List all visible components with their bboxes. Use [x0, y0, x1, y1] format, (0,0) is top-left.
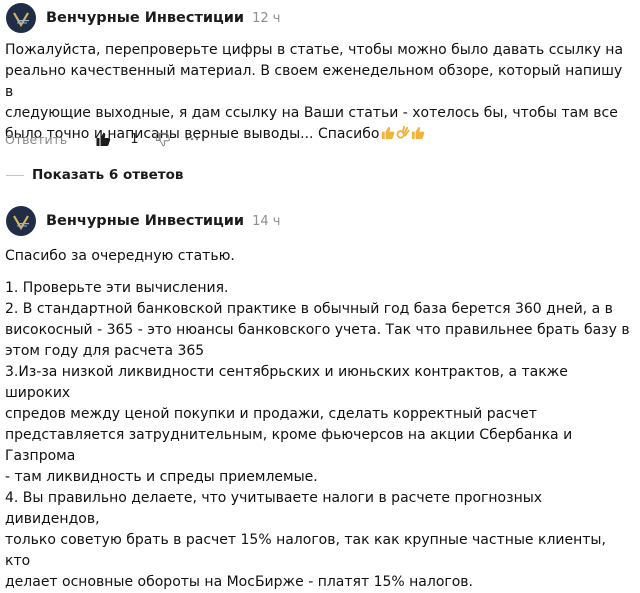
reply-button[interactable]: Ответить [5, 132, 67, 147]
comment-line: спредов между ценой покупки и продажи, с… [5, 406, 537, 422]
avatar[interactable] [6, 206, 36, 236]
author-name[interactable]: Венчурные Инвестиции [46, 213, 244, 229]
timestamp: 12 ч [252, 10, 281, 26]
avatar-logo-icon [13, 12, 29, 28]
like-button[interactable] [95, 131, 111, 147]
thumbs-down-icon [155, 132, 170, 146]
thumbs-up-icon [96, 132, 111, 146]
comment-text: Спасибо за очередную статью. 1. Проверьт… [5, 246, 633, 593]
avatar-logo-icon [13, 215, 29, 231]
comment-line: 1. Проверьте эти вычисления. [5, 280, 229, 296]
comment-line: представляется затруднительным, кроме фь… [5, 427, 573, 464]
comment-line: 3.Из-за низкой ликвидности сентябрьских … [5, 364, 568, 401]
comment-line: - там ликвидность и спреды приемлемые. [5, 469, 318, 485]
comment-header: Венчурные Инвестиции 12 ч [6, 0, 280, 36]
replies-divider [6, 174, 24, 176]
show-replies-label: Показать 6 ответов [32, 167, 184, 183]
comment-header: Венчурные Инвестиции 14 ч [6, 203, 280, 239]
emoji-group [380, 125, 425, 140]
comment-line: 4. Вы правильно делаете, что учитываете … [5, 490, 543, 527]
comment-line: Спасибо за очередную статью. [5, 248, 235, 264]
comment-line: этом году для расчета 365 [5, 343, 205, 359]
comment-line: только советую брать в расчет 15% налого… [5, 532, 606, 569]
avatar[interactable] [6, 3, 36, 33]
comment-line: високосный - 365 - это нюансы банковског… [5, 322, 630, 338]
comment-line: реально качественный материал. В своем е… [5, 63, 623, 100]
thumbs-up-emoji-icon [382, 126, 395, 140]
like-count: 1 [130, 131, 139, 147]
timestamp: 14 ч [252, 213, 281, 229]
comment-actions: Ответить 1 [5, 127, 200, 151]
comment-line: 2. В стандартной банковской практике в о… [5, 301, 613, 317]
comment-line: делает основные обороты на МосБирже - пл… [5, 574, 474, 590]
show-replies-button[interactable]: Показать 6 ответов [6, 165, 183, 185]
comment-line: следующие выходные, я дам ссылку на Ваши… [5, 105, 618, 121]
more-options-button[interactable] [184, 131, 200, 147]
thumbs-up-emoji-icon [412, 126, 425, 140]
author-name[interactable]: Венчурные Инвестиции [46, 10, 244, 26]
comment-line: Пожалуйста, перепроверьте цифры в статье… [5, 42, 624, 58]
dislike-button[interactable] [155, 132, 170, 147]
more-icon [185, 137, 198, 141]
ok-hand-emoji-icon [396, 125, 410, 139]
